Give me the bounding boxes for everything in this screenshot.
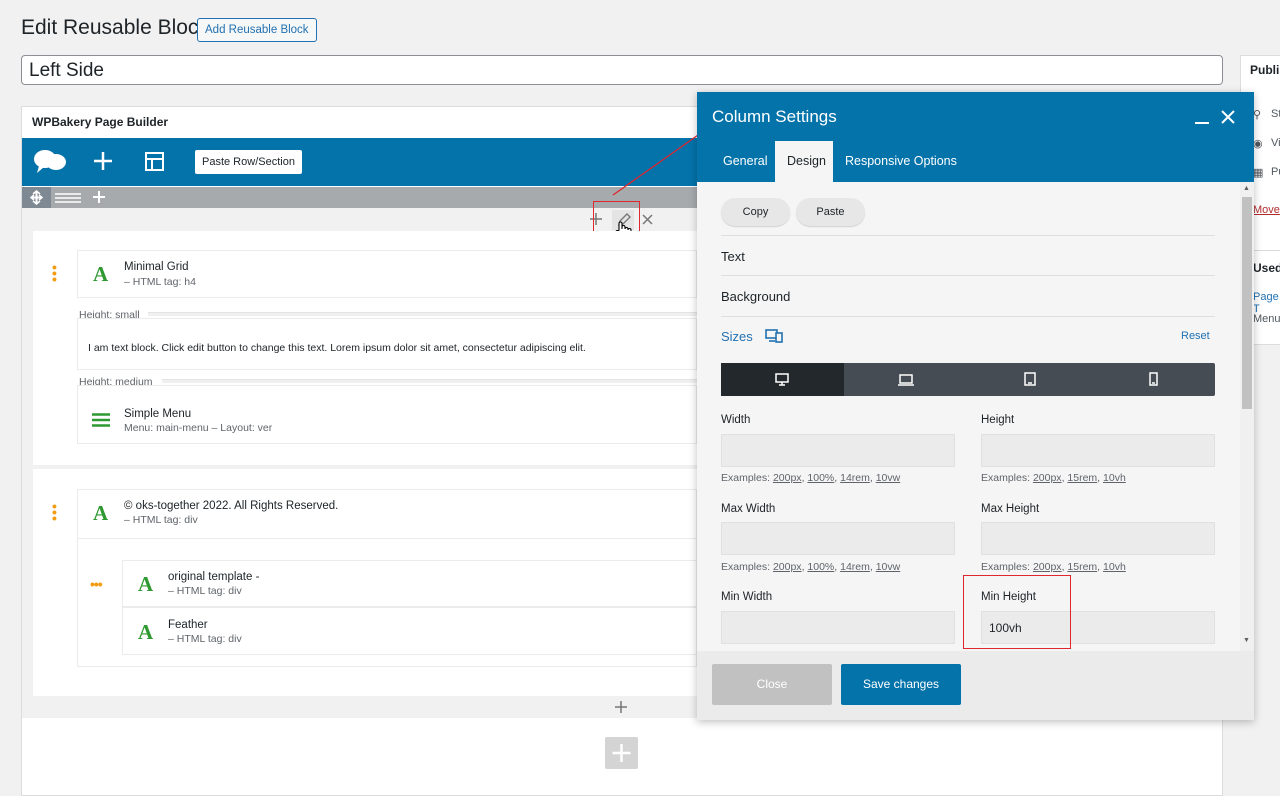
divider-line	[162, 379, 697, 383]
responsive-devices-icon[interactable]	[765, 328, 783, 348]
height-field[interactable]	[981, 434, 1215, 467]
drag-handle-icon[interactable]: • • •	[52, 499, 57, 525]
used-title: Used	[1253, 261, 1280, 275]
visibility-icon: ◉	[1253, 138, 1263, 150]
wpbakery-logo-icon[interactable]	[33, 148, 67, 179]
element-card[interactable]	[77, 250, 697, 298]
add-reusable-block-button[interactable]: Add Reusable Block	[197, 18, 317, 42]
width-label: Width	[721, 414, 751, 426]
menu-label: Menu	[1253, 313, 1280, 325]
sidebar-row-publish: Pu	[1271, 166, 1280, 178]
max-width-field[interactable]	[721, 522, 955, 555]
row-add-column-icon[interactable]	[91, 189, 107, 210]
move-to-trash-link[interactable]: Move	[1253, 204, 1280, 216]
element-title: © oks-together 2022. All Rights Reserved…	[124, 500, 339, 512]
max-height-examples: Examples: 200px, 15rem, 10vh	[981, 561, 1126, 573]
text-block-content: I am text block. Click edit button to ch…	[88, 342, 586, 354]
element-subtitle: – HTML tag: div	[124, 514, 198, 526]
element-subtitle: Menu: main-menu – Layout: ver	[124, 422, 273, 434]
post-title-input[interactable]: Left Side	[21, 55, 1223, 85]
desktop-icon	[775, 373, 789, 391]
scroll-up-icon[interactable]: ▲	[1243, 185, 1250, 192]
section-divider	[721, 275, 1215, 276]
width-field[interactable]	[721, 434, 955, 467]
max-width-examples: Examples: 200px, 100%, 14rem, 10vw	[721, 561, 901, 573]
element-subtitle: – HTML tag: div	[168, 633, 242, 645]
element-card[interactable]	[122, 607, 697, 655]
add-row-icon[interactable]	[614, 700, 628, 719]
sidebar-row-status: St	[1271, 108, 1280, 120]
element-title: original template -	[168, 571, 260, 583]
modal-title: Column Settings	[712, 107, 837, 126]
wpbakery-title: WPBakery Page Builder	[32, 115, 169, 129]
scrollbar-thumb[interactable]	[1242, 197, 1252, 409]
divider-line	[148, 312, 697, 316]
width-examples: Examples: 200px, 100%, 14rem, 10vw	[721, 472, 901, 484]
templates-icon[interactable]	[144, 151, 165, 177]
annotation-box-min-height	[963, 575, 1071, 649]
row-layout-icon[interactable]	[54, 191, 82, 205]
close-icon[interactable]	[1220, 109, 1236, 130]
column-delete-icon[interactable]	[641, 213, 654, 231]
tab-general[interactable]: General	[723, 154, 767, 168]
max-width-label: Max Width	[721, 503, 776, 515]
publish-title: Publis	[1250, 63, 1280, 77]
element-subtitle: – HTML tag: div	[168, 585, 242, 597]
section-divider	[721, 316, 1215, 317]
max-height-label: Max Height	[981, 503, 1040, 515]
page-link[interactable]: Page T	[1253, 291, 1280, 315]
element-subtitle: – HTML tag: h4	[124, 276, 196, 288]
height-label: Height	[981, 414, 1015, 426]
inner-drag-handle-icon[interactable]: •••	[90, 576, 103, 592]
minimize-icon[interactable]	[1194, 110, 1210, 131]
text-element-icon: A	[138, 620, 154, 644]
text-element-icon: A	[93, 262, 109, 286]
section-background[interactable]: Background	[721, 289, 790, 304]
mobile-icon[interactable]	[1149, 372, 1158, 391]
status-icon: ⚲	[1253, 109, 1262, 121]
calendar-icon: ▦	[1253, 167, 1264, 179]
menu-element-icon	[92, 413, 110, 432]
tab-design[interactable]: Design	[787, 154, 826, 168]
laptop-icon[interactable]	[898, 373, 914, 391]
paste-row-button[interactable]: Paste Row/Section	[195, 150, 302, 174]
add-element-button[interactable]	[605, 737, 638, 769]
min-width-field[interactable]	[721, 611, 955, 644]
section-sizes[interactable]: Sizes	[721, 329, 753, 344]
element-card[interactable]	[122, 560, 697, 607]
text-element-icon: A	[138, 572, 154, 596]
tab-responsive-options[interactable]: Responsive Options	[845, 154, 957, 168]
sidebar-row-visibility: Vi	[1271, 137, 1280, 149]
page-title: Edit Reusable Block	[21, 16, 209, 39]
copy-button[interactable]: Copy	[721, 198, 790, 226]
min-width-label: Min Width	[721, 591, 773, 603]
drag-handle-icon[interactable]: • • •	[52, 260, 57, 286]
element-title: Feather	[168, 619, 208, 631]
scroll-down-icon[interactable]: ▼	[1243, 637, 1250, 644]
tablet-icon[interactable]	[1024, 372, 1036, 391]
element-title: Simple Menu	[124, 408, 192, 420]
height-examples: Examples: 200px, 15rem, 10vh	[981, 472, 1126, 484]
section-text[interactable]: Text	[721, 249, 745, 264]
element-title: Minimal Grid	[124, 261, 189, 273]
paste-button[interactable]: Paste	[796, 198, 865, 226]
row-move-handle[interactable]	[22, 187, 51, 208]
section-divider	[721, 235, 1215, 236]
add-element-icon[interactable]	[92, 150, 114, 177]
save-changes-button[interactable]: Save changes	[841, 664, 961, 705]
reset-link[interactable]: Reset	[1181, 330, 1210, 342]
close-button[interactable]: Close	[712, 664, 832, 705]
text-element-icon: A	[93, 501, 109, 525]
max-height-field[interactable]	[981, 522, 1215, 555]
